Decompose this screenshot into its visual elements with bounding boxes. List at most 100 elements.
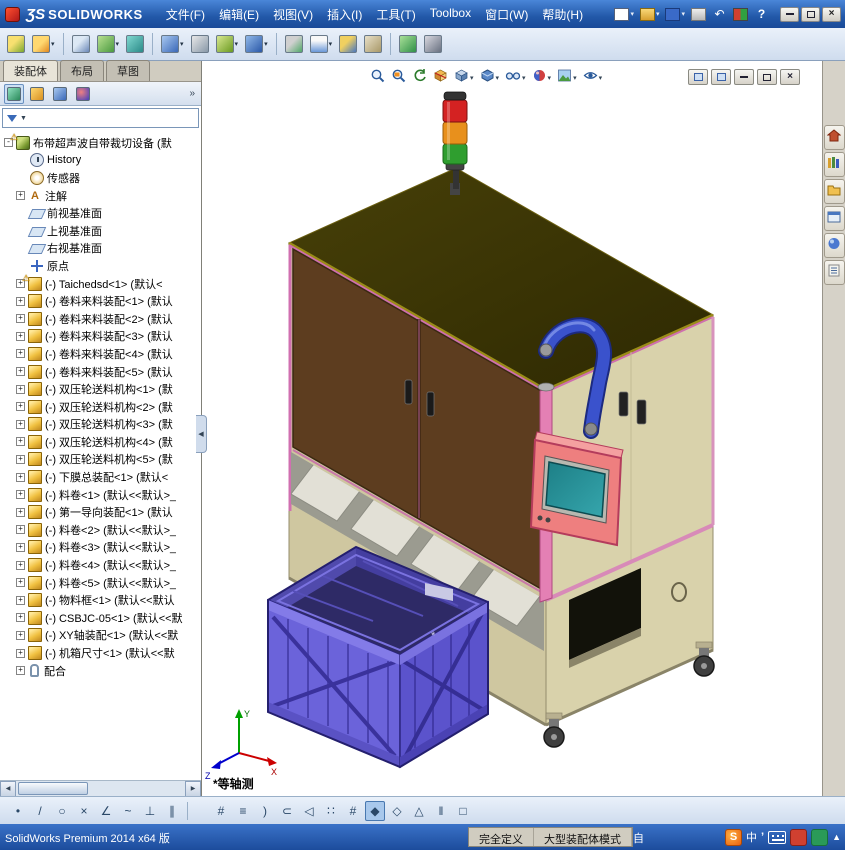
tree-item[interactable]: + (-) 双压轮送料机构<5> (默 xyxy=(0,451,201,469)
tree-item[interactable]: + (-) 料卷<5> (默认<<默认>_ xyxy=(0,574,201,592)
sketch-perpendicular-button[interactable]: ⊥ xyxy=(140,801,160,821)
appearances-scenes-tab[interactable] xyxy=(823,233,845,258)
tree-item[interactable]: 右视基准面 xyxy=(0,240,201,258)
panel-tab-3[interactable]: 草图 xyxy=(106,60,150,81)
mirror-entities-button[interactable]: ◁ xyxy=(299,801,319,821)
graphics-viewport[interactable]: * Y X Z ▾ ▾ ▾ ▾ ▾ ▾ × *等轴测 xyxy=(203,61,822,796)
expander-icon[interactable]: + xyxy=(16,648,25,658)
sketch-erase-button[interactable]: × xyxy=(74,801,94,821)
minimize-button[interactable] xyxy=(780,6,799,22)
expander-icon[interactable]: + xyxy=(16,314,25,324)
featuremanager-tab[interactable] xyxy=(4,83,24,104)
sketch-parallel-button[interactable]: ∥ xyxy=(162,801,182,821)
exploded-view-button[interactable] xyxy=(337,31,359,57)
tree-item[interactable]: History xyxy=(0,152,201,170)
tree-item[interactable]: + (-) 物料框<1> (默认<<默认 xyxy=(0,591,201,609)
new-motion-study-button[interactable] xyxy=(283,31,305,57)
offset-entities-button[interactable]: ) xyxy=(255,801,275,821)
edit-appearance-button[interactable]: ▾ xyxy=(530,67,554,89)
expander-icon[interactable]: + xyxy=(16,384,25,394)
tree-item[interactable]: + (-) 双压轮送料机构<2> (默 xyxy=(0,398,201,416)
tree-item[interactable]: + (-) 卷料来料装配<2> (默认 xyxy=(0,310,201,328)
tree-item[interactable]: + (-) 机箱尺寸<1> (默认<<默 xyxy=(0,644,201,662)
keyboard-icon[interactable] xyxy=(768,830,787,844)
expander-icon[interactable]: + xyxy=(16,331,25,341)
expander-icon[interactable]: + xyxy=(16,454,25,464)
close-pane-button[interactable]: □ xyxy=(453,801,473,821)
menu-item[interactable]: 视图(V) xyxy=(266,2,320,27)
expander-icon[interactable]: + xyxy=(16,507,25,517)
menu-item[interactable]: Toolbox xyxy=(423,2,478,27)
sketch-pattern-button[interactable]: ∷ xyxy=(321,801,341,821)
insert-component-button[interactable]: ▾ xyxy=(30,31,57,57)
expander-icon[interactable]: + xyxy=(16,367,25,377)
machine-model[interactable]: * Y X Z xyxy=(203,61,822,796)
undo-button[interactable]: ↶ xyxy=(710,4,729,24)
tree-item[interactable]: 原点 xyxy=(0,257,201,275)
tree-item[interactable]: + (-) CSBJC-05<1> (默认<<默 xyxy=(0,609,201,627)
mate-button[interactable] xyxy=(70,31,92,57)
linear-component-pattern-button[interactable]: ▾ xyxy=(95,31,122,57)
sketch-spline-button[interactable]: ~ xyxy=(118,801,138,821)
maximize-button[interactable] xyxy=(801,6,820,22)
sogou-ime-icon[interactable]: S xyxy=(725,828,743,846)
panel-tab-2[interactable]: 布局 xyxy=(60,60,104,81)
tree-item[interactable]: + 注解 xyxy=(0,187,201,205)
open-document-button[interactable]: ▾ xyxy=(638,4,662,24)
menu-item[interactable]: 编辑(E) xyxy=(212,2,266,27)
split-pane-button[interactable]: ‖ xyxy=(431,801,451,821)
previous-view-button[interactable] xyxy=(410,67,429,89)
expander-icon[interactable]: + xyxy=(16,437,25,447)
sketch-angle-button[interactable]: ∠ xyxy=(96,801,116,821)
convert-entities-button[interactable]: ⊂ xyxy=(277,801,297,821)
menu-item[interactable]: 帮助(H) xyxy=(535,2,590,27)
expander-icon[interactable]: + xyxy=(16,490,25,500)
tree-item[interactable]: + (-) 双压轮送料机构<4> (默 xyxy=(0,433,201,451)
view-settings-button[interactable]: ▾ xyxy=(581,67,605,89)
menu-item[interactable]: 插入(I) xyxy=(320,2,369,27)
tree-item[interactable]: + 配合 xyxy=(0,662,201,680)
zoom-fit-button[interactable] xyxy=(368,67,387,89)
bill-of-materials-button[interactable]: ▾ xyxy=(308,31,335,57)
tree-item[interactable]: - ⚠ 布带超声波自带裁切设备 (默 xyxy=(0,132,201,152)
view-orientation-button[interactable]: ▾ xyxy=(452,67,476,89)
display-grid-button[interactable]: # xyxy=(343,801,363,821)
update-speedpak-button[interactable] xyxy=(397,31,419,57)
hide-show-items-button[interactable]: ▾ xyxy=(503,67,528,89)
custom-properties-tab[interactable] xyxy=(823,260,845,285)
expander-icon[interactable]: + xyxy=(16,191,25,201)
propertymanager-tab[interactable] xyxy=(27,84,47,104)
move-component-button[interactable]: ▾ xyxy=(159,31,186,57)
expander-icon[interactable]: + xyxy=(16,542,25,552)
solidworks-resources-tab[interactable] xyxy=(823,125,845,150)
menu-item[interactable]: 文件(F) xyxy=(159,2,212,27)
tree-item[interactable]: 前视基准面 xyxy=(0,204,201,222)
edit-component-button[interactable] xyxy=(5,31,27,57)
print-button[interactable] xyxy=(689,4,708,24)
tree-item[interactable]: 传感器 xyxy=(0,169,201,187)
document-restore-button[interactable] xyxy=(757,69,777,85)
display-style-button[interactable]: ▾ xyxy=(478,67,502,89)
extend-entities-button[interactable]: ≡ xyxy=(233,801,253,821)
expander-icon[interactable]: + xyxy=(16,578,25,588)
window-cascade-button[interactable] xyxy=(688,69,708,85)
panel-tab-1[interactable]: 装配体 xyxy=(3,60,58,81)
document-close-button[interactable]: × xyxy=(780,69,800,85)
scroll-left-button[interactable]: ◀ xyxy=(0,780,16,797)
sketch-circle-button[interactable]: ○ xyxy=(52,801,72,821)
tree-item[interactable]: + (-) XY轴装配<1> (默认<<默 xyxy=(0,627,201,645)
zoom-area-button[interactable] xyxy=(389,67,408,89)
tray-green-icon[interactable] xyxy=(811,828,829,846)
tray-red-icon[interactable] xyxy=(790,828,808,846)
instant3d-button[interactable] xyxy=(362,31,384,57)
sketch-point-button[interactable]: • xyxy=(8,801,28,821)
sketch-line-button[interactable]: / xyxy=(30,801,50,821)
design-library-tab[interactable] xyxy=(823,152,845,177)
tree-item[interactable]: + (-) 料卷<3> (默认<<默认>_ xyxy=(0,539,201,557)
trim-entities-button[interactable]: # xyxy=(211,801,231,821)
panel-more-button[interactable]: » xyxy=(189,88,197,99)
tree-item[interactable]: 上视基准面 xyxy=(0,222,201,240)
expander-icon[interactable]: + xyxy=(16,595,25,605)
tree-item[interactable]: + (-) 料卷<4> (默认<<默认>_ xyxy=(0,556,201,574)
tree-item[interactable]: + (-) 双压轮送料机构<3> (默 xyxy=(0,416,201,434)
